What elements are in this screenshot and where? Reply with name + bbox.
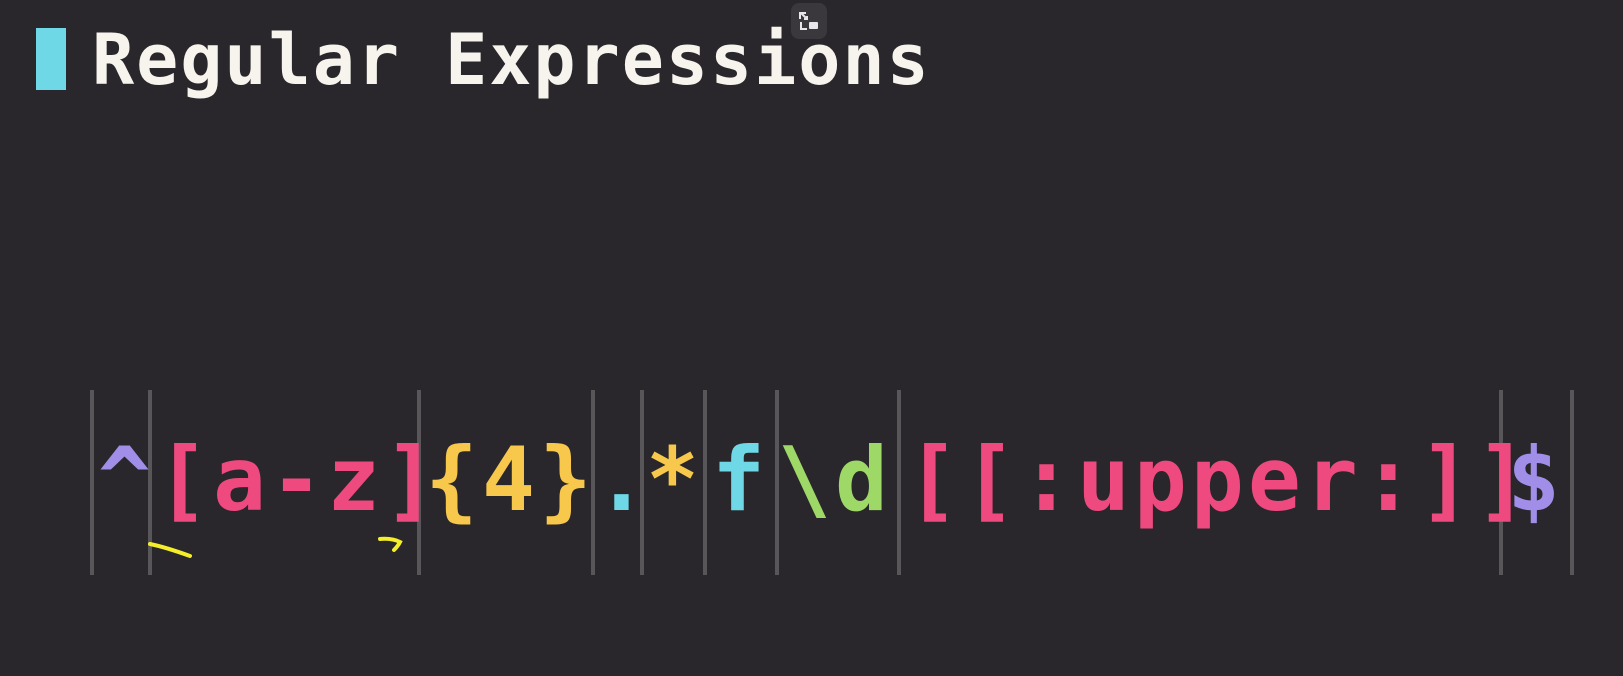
pen-mark-end	[378, 536, 403, 552]
regex-display: ^ [a-z] {4} . * f \d [[:upper:]] $	[0, 0, 1623, 676]
pen-mark-start	[148, 542, 192, 558]
pen-annotations	[148, 536, 403, 558]
